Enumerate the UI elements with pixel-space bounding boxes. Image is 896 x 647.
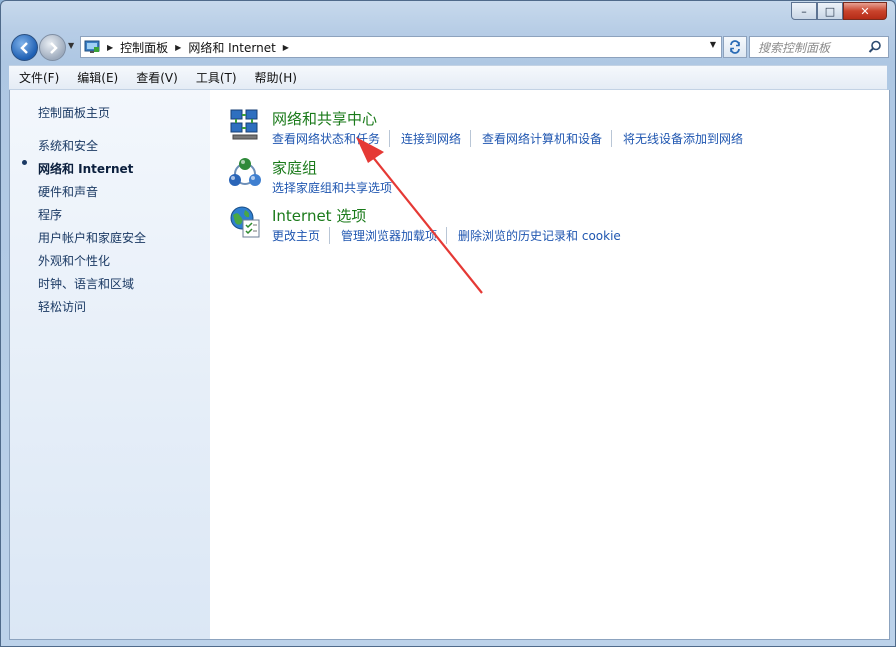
homegroup-links: 选择家庭组和共享选项 (272, 179, 401, 196)
search-icon[interactable] (868, 40, 882, 54)
sidebar-item-network-internet[interactable]: 网络和 Internet (38, 160, 133, 177)
internet-options-title[interactable]: Internet 选项 (272, 205, 366, 226)
sidebar-item-clock-language-region[interactable]: 时钟、语言和区域 (38, 275, 134, 292)
menu-edit[interactable]: 编辑(E) (67, 69, 126, 86)
link-connect-to-network[interactable]: 连接到网络 (389, 130, 470, 147)
breadcrumb-separator[interactable]: ▶ (283, 43, 289, 52)
caption-buttons: – □ ✕ (791, 2, 887, 20)
refresh-button[interactable] (723, 36, 747, 58)
back-button[interactable] (11, 34, 38, 61)
menu-bar: 文件(F) 编辑(E) 查看(V) 工具(T) 帮助(H) (9, 65, 887, 90)
sidebar-item-hardware-sound[interactable]: 硬件和声音 (38, 183, 98, 200)
address-bar[interactable]: ▶ 控制面板 ▶ 网络和 Internet ▶ ▼ (80, 36, 722, 58)
content-area: 控制面板主页 系统和安全 网络和 Internet 硬件和声音 程序 用户帐户和… (9, 90, 890, 640)
menu-file[interactable]: 文件(F) (9, 69, 67, 86)
sidebar-item-user-accounts[interactable]: 用户帐户和家庭安全 (38, 229, 146, 246)
sidebar-item-ease-of-access[interactable]: 轻松访问 (38, 298, 86, 315)
homegroup-icon[interactable] (228, 157, 262, 191)
network-sharing-center-title[interactable]: 网络和共享中心 (272, 108, 377, 129)
control-panel-window: – □ ✕ ▼ ▶ 控制面板 ▶ 网络和 Internet ▶ ▼ 搜索控制面板… (0, 0, 896, 647)
current-item-bullet (22, 160, 27, 165)
menu-tools[interactable]: 工具(T) (186, 69, 245, 86)
menu-view[interactable]: 查看(V) (126, 69, 186, 86)
sidebar: 控制面板主页 系统和安全 网络和 Internet 硬件和声音 程序 用户帐户和… (10, 90, 210, 639)
homegroup-title[interactable]: 家庭组 (272, 157, 317, 178)
forward-arrow-icon (49, 41, 58, 54)
recent-pages-dropdown[interactable]: ▼ (68, 41, 74, 50)
search-input[interactable]: 搜索控制面板 (749, 36, 889, 58)
breadcrumb-separator[interactable]: ▶ (175, 43, 181, 52)
sidebar-item-control-panel-home[interactable]: 控制面板主页 (38, 104, 110, 121)
main-panel: 网络和共享中心 查看网络状态和任务 连接到网络 查看网络计算机和设备 将无线设备… (210, 90, 889, 639)
sidebar-item-appearance[interactable]: 外观和个性化 (38, 252, 110, 269)
maximize-button[interactable]: □ (817, 2, 843, 20)
link-view-network-computers[interactable]: 查看网络计算机和设备 (470, 130, 611, 147)
breadcrumb-control-panel[interactable]: 控制面板 (120, 39, 168, 56)
link-homegroup-sharing-options[interactable]: 选择家庭组和共享选项 (272, 179, 401, 196)
menu-help[interactable]: 帮助(H) (245, 69, 305, 86)
network-sharing-center-icon[interactable] (228, 108, 262, 142)
network-sharing-center-links: 查看网络状态和任务 连接到网络 查看网络计算机和设备 将无线设备添加到网络 (272, 130, 752, 147)
internet-options-icon[interactable] (228, 205, 262, 239)
address-dropdown-button[interactable]: ▼ (710, 40, 716, 49)
breadcrumb-network-internet[interactable]: 网络和 Internet (188, 39, 275, 56)
sidebar-item-system-security[interactable]: 系统和安全 (38, 137, 98, 154)
close-button[interactable]: ✕ (843, 2, 887, 20)
navigation-bar: ▼ ▶ 控制面板 ▶ 网络和 Internet ▶ ▼ 搜索控制面板 (9, 33, 889, 61)
minimize-button[interactable]: – (791, 2, 817, 20)
link-manage-addons[interactable]: 管理浏览器加载项 (329, 227, 446, 244)
internet-options-links: 更改主页 管理浏览器加载项 删除浏览的历史记录和 cookie (272, 227, 630, 244)
back-arrow-icon (19, 41, 28, 54)
sidebar-item-programs[interactable]: 程序 (38, 206, 62, 223)
forward-button[interactable] (39, 34, 66, 61)
link-delete-history-cookies[interactable]: 删除浏览的历史记录和 cookie (446, 227, 630, 244)
link-change-home-page[interactable]: 更改主页 (272, 227, 329, 244)
link-add-wireless-device[interactable]: 将无线设备添加到网络 (611, 130, 752, 147)
control-panel-icon (84, 39, 100, 55)
link-view-network-status[interactable]: 查看网络状态和任务 (272, 130, 389, 147)
breadcrumb-separator: ▶ (107, 42, 114, 52)
refresh-icon (730, 40, 740, 54)
search-placeholder: 搜索控制面板 (758, 40, 831, 55)
